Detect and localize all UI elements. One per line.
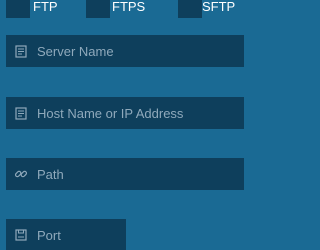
port-field[interactable]: Port (6, 219, 126, 250)
server-name-placeholder: Server Name (37, 43, 114, 59)
protocol-ftp-toggle[interactable] (6, 0, 30, 18)
protocol-ftps-label[interactable]: FTPS (112, 0, 145, 14)
protocol-ftps-toggle[interactable] (86, 0, 110, 18)
port-icon (14, 228, 28, 242)
protocol-ftp-label[interactable]: FTP (33, 0, 58, 14)
link-icon (14, 167, 28, 181)
host-name-field[interactable]: Host Name or IP Address (6, 97, 244, 129)
host-name-placeholder: Host Name or IP Address (37, 105, 184, 121)
port-placeholder: Port (37, 227, 61, 243)
ftp-connection-form: FTP FTPS SFTP Server Name Host Name or I… (0, 0, 250, 250)
protocol-sftp-label[interactable]: SFTP (202, 0, 235, 14)
protocol-sftp-toggle[interactable] (178, 0, 202, 18)
server-icon (14, 44, 28, 58)
server-icon (14, 106, 28, 120)
server-name-field[interactable]: Server Name (6, 35, 244, 67)
path-field[interactable]: Path (6, 158, 244, 190)
path-placeholder: Path (37, 166, 64, 182)
